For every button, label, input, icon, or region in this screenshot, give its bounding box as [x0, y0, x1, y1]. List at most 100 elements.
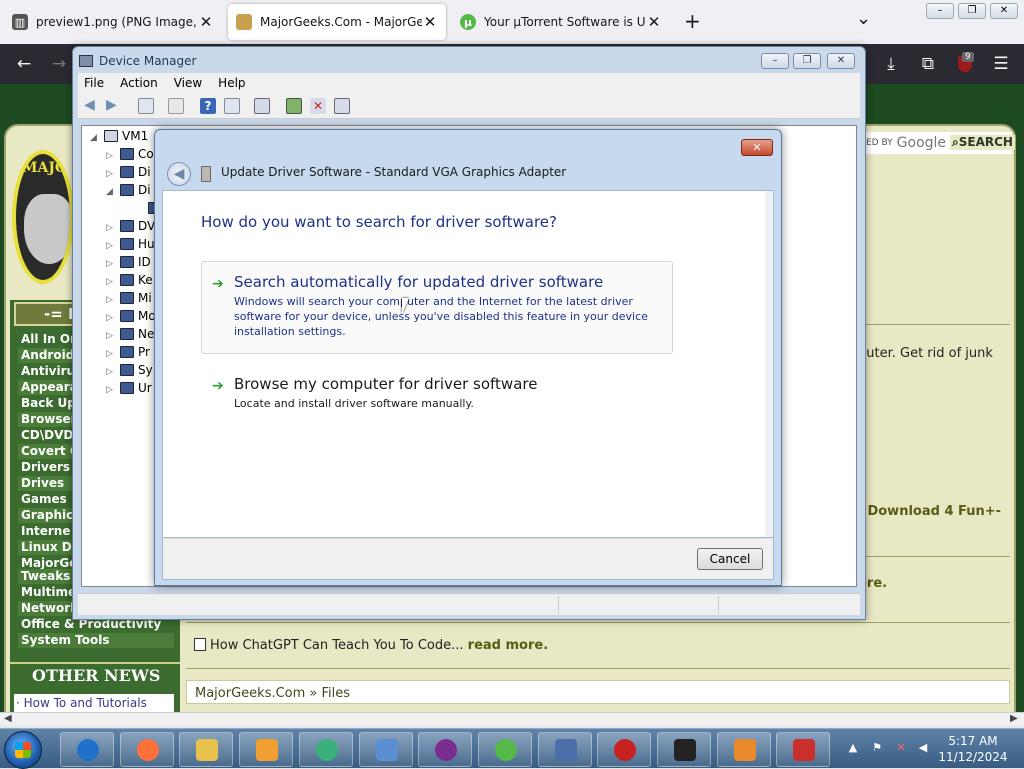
- action-center-icon[interactable]: ⚑: [870, 741, 884, 755]
- scroll-right-icon[interactable]: ▶: [1010, 713, 1018, 724]
- expand-icon[interactable]: ▷: [106, 238, 116, 255]
- collapse-icon[interactable]: ◢: [106, 184, 116, 201]
- search-automatically-option[interactable]: ➔ Search automatically for updated drive…: [201, 261, 673, 354]
- tree-node[interactable]: ▷ DV: [106, 218, 155, 235]
- expand-icon[interactable]: ▷: [106, 274, 116, 291]
- menu-view[interactable]: View: [168, 76, 208, 90]
- expand-icon[interactable]: ▷: [106, 256, 116, 273]
- dm-minimize-button[interactable]: –: [761, 53, 789, 69]
- internet-explorer-taskbar-button[interactable]: [60, 732, 114, 767]
- properties-pane-icon[interactable]: [138, 98, 154, 114]
- download-icon[interactable]: ⤓: [878, 52, 904, 76]
- tab-preview-image[interactable]: ▥ preview1.png (PNG Image, 1024 ✕: [4, 4, 222, 40]
- dialog-back-button[interactable]: ◀: [167, 162, 191, 186]
- dialog-close-button[interactable]: ✕: [741, 139, 773, 156]
- properties-icon[interactable]: [168, 98, 184, 114]
- expand-icon[interactable]: ▷: [106, 328, 116, 345]
- close-icon[interactable]: ✕: [422, 13, 438, 31]
- tab-majorgeeks[interactable]: MajorGeeks.Com - MajorGeeks ✕: [228, 4, 446, 40]
- close-window-button[interactable]: ✕: [990, 3, 1018, 19]
- maximize-button[interactable]: ❐: [958, 3, 986, 19]
- device-manager-icon: [554, 739, 577, 761]
- control-panel-taskbar-button[interactable]: [358, 732, 413, 767]
- menu-action[interactable]: Action: [114, 76, 164, 90]
- menu-file[interactable]: File: [78, 76, 110, 90]
- tree-node[interactable]: ▷ Mo: [106, 308, 156, 325]
- clock[interactable]: 5:17 AM 11/12/2024: [928, 733, 1018, 765]
- menu-help[interactable]: Help: [212, 76, 251, 90]
- tree-node[interactable]: ▷ Ne: [106, 326, 154, 343]
- tree-node[interactable]: ▷ Sy: [106, 362, 153, 379]
- download-link[interactable]: . Download 4 Fun+-: [858, 504, 1001, 519]
- majorgeeks-logo[interactable]: MAJOR: [12, 150, 74, 284]
- help-icon[interactable]: ?: [200, 98, 216, 114]
- expand-icon[interactable]: ▷: [106, 148, 116, 165]
- tor-mask-taskbar-button[interactable]: [418, 732, 473, 767]
- file-explorer-taskbar-button[interactable]: [179, 732, 234, 767]
- disable-device-icon[interactable]: [334, 98, 350, 114]
- expand-icon[interactable]: ▷: [106, 220, 116, 237]
- device-manager-taskbar-button[interactable]: [537, 732, 592, 767]
- collapse-icon[interactable]: ◢: [90, 130, 100, 147]
- app-green-globe-taskbar-button[interactable]: [298, 732, 353, 767]
- network-icon[interactable]: ✕: [894, 741, 908, 755]
- tree-node[interactable]: ▷ Pr: [106, 344, 150, 361]
- scan-hardware-icon[interactable]: [254, 98, 270, 114]
- horizontal-scrollbar[interactable]: ◀ ▶: [0, 712, 1024, 726]
- lab-flask-taskbar-button[interactable]: [716, 732, 771, 767]
- tree-node[interactable]: ◢ Di: [106, 182, 151, 199]
- forward-arrow-icon[interactable]: ▶: [106, 98, 122, 114]
- expand-icon[interactable]: ▷: [106, 292, 116, 309]
- utorrent-icon: µ: [460, 14, 476, 30]
- device-category-icon: [120, 256, 134, 268]
- update-driver-icon[interactable]: [286, 98, 302, 114]
- expand-icon[interactable]: ▷: [106, 166, 116, 183]
- scroll-left-icon[interactable]: ◀: [4, 713, 12, 724]
- tree-node[interactable]: ▷ Hu: [106, 236, 155, 253]
- how-to-link[interactable]: · How To and Tutorials: [14, 694, 174, 714]
- close-icon[interactable]: ✕: [646, 13, 662, 31]
- firefox-taskbar-button[interactable]: [119, 732, 174, 767]
- show-hidden-icons[interactable]: ▲: [846, 741, 860, 755]
- minimize-button[interactable]: –: [926, 3, 954, 19]
- menu-icon[interactable]: ☰: [988, 52, 1014, 76]
- command-prompt-taskbar-button[interactable]: [657, 732, 711, 767]
- toolbox-taskbar-button[interactable]: [776, 732, 831, 767]
- expand-icon[interactable]: ▷: [106, 382, 116, 399]
- media-player-taskbar-button[interactable]: [239, 732, 294, 767]
- forward-button[interactable]: →: [46, 52, 72, 76]
- start-button[interactable]: [4, 731, 42, 769]
- media-player-icon: [256, 739, 279, 761]
- tree-node[interactable]: ▷ Ur: [106, 380, 152, 397]
- tab-list-button[interactable]: ⌄: [856, 8, 871, 29]
- antivirus-taskbar-button[interactable]: [597, 732, 652, 767]
- nav-item[interactable]: System Tools: [18, 633, 174, 648]
- image-icon: ▥: [12, 14, 28, 30]
- tree-node[interactable]: ▷ ID: [106, 254, 151, 271]
- utorrent-taskbar-button[interactable]: [477, 732, 532, 767]
- expand-icon[interactable]: ▷: [106, 346, 116, 363]
- view-icon[interactable]: [224, 98, 240, 114]
- tree-node[interactable]: ▷ Di: [106, 164, 151, 181]
- expand-icon[interactable]: ▷: [106, 310, 116, 327]
- dialog-question: How do you want to search for driver sof…: [201, 213, 557, 231]
- back-button[interactable]: ←: [11, 52, 37, 76]
- dm-close-button[interactable]: ✕: [827, 53, 855, 69]
- tree-node[interactable]: ▷ Mi: [106, 290, 152, 307]
- back-arrow-icon[interactable]: ◀: [84, 98, 100, 114]
- tree-node[interactable]: ▷ Ke: [106, 272, 153, 289]
- tab-utorrent[interactable]: µ Your µTorrent Software is Up to ✕: [452, 4, 670, 40]
- breadcrumb[interactable]: MajorGeeks.Com » Files: [186, 680, 1010, 704]
- tree-root[interactable]: ◢ VM1: [90, 128, 148, 145]
- other-news-panel: OTHER NEWS · How To and Tutorials: [10, 662, 180, 714]
- new-tab-button[interactable]: +: [684, 9, 701, 33]
- article-read-more[interactable]: read more.: [468, 638, 548, 653]
- extensions-icon[interactable]: ⧉: [915, 52, 941, 76]
- cancel-button[interactable]: Cancel: [697, 548, 763, 570]
- dm-restore-button[interactable]: ❐: [793, 53, 821, 69]
- close-icon[interactable]: ✕: [198, 13, 214, 31]
- tree-node[interactable]: ▷ Co: [106, 146, 154, 163]
- expand-icon[interactable]: ▷: [106, 364, 116, 381]
- uninstall-icon[interactable]: ✕: [310, 98, 326, 114]
- browse-computer-option[interactable]: ➔ Browse my computer for driver software…: [201, 363, 673, 423]
